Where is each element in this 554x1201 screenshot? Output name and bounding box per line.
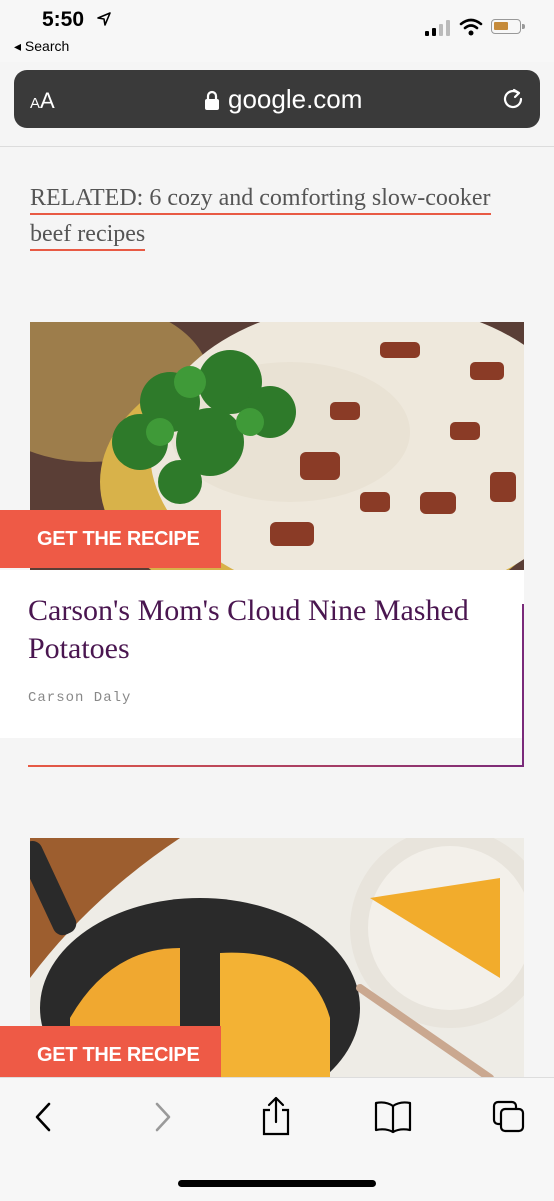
battery-icon xyxy=(491,19,525,34)
recipe-card[interactable]: Carson's Mom's Cloud Nine Mashed Potatoe… xyxy=(0,570,524,738)
location-arrow-icon xyxy=(97,12,111,26)
card-border-bottom xyxy=(28,765,524,767)
home-indicator[interactable] xyxy=(178,1180,376,1187)
status-bar: 5:50 ◂ Search xyxy=(0,0,554,62)
back-to-search-link[interactable]: ◂ Search xyxy=(14,38,69,55)
get-the-recipe-button[interactable]: GET THE RECIPE xyxy=(0,510,221,568)
wifi-icon xyxy=(459,18,483,36)
tabs-icon[interactable] xyxy=(492,1100,526,1134)
get-the-recipe-button-2[interactable]: GET THE RECIPE xyxy=(0,1026,221,1084)
lock-icon xyxy=(205,90,219,110)
forward-icon[interactable] xyxy=(148,1100,176,1134)
recipe-author: Carson Daly xyxy=(28,690,132,706)
header-divider xyxy=(0,146,554,147)
url-text: google.com xyxy=(228,84,363,114)
card-border-right xyxy=(522,604,524,767)
bookmarks-icon[interactable] xyxy=(374,1100,412,1134)
reader-text-size-button[interactable]: AA xyxy=(30,88,55,114)
url-display[interactable]: google.com xyxy=(204,84,362,115)
back-icon[interactable] xyxy=(30,1100,58,1134)
related-link[interactable]: RELATED: 6 cozy and comforting slow-cook… xyxy=(30,180,530,252)
status-time: 5:50 xyxy=(42,8,85,31)
address-bar[interactable]: AA google.com xyxy=(14,70,540,128)
cellular-signal-icon xyxy=(425,20,450,36)
reload-icon[interactable] xyxy=(500,86,526,112)
recipe-title[interactable]: Carson's Mom's Cloud Nine Mashed Potatoe… xyxy=(28,592,488,668)
share-icon[interactable] xyxy=(260,1096,292,1136)
